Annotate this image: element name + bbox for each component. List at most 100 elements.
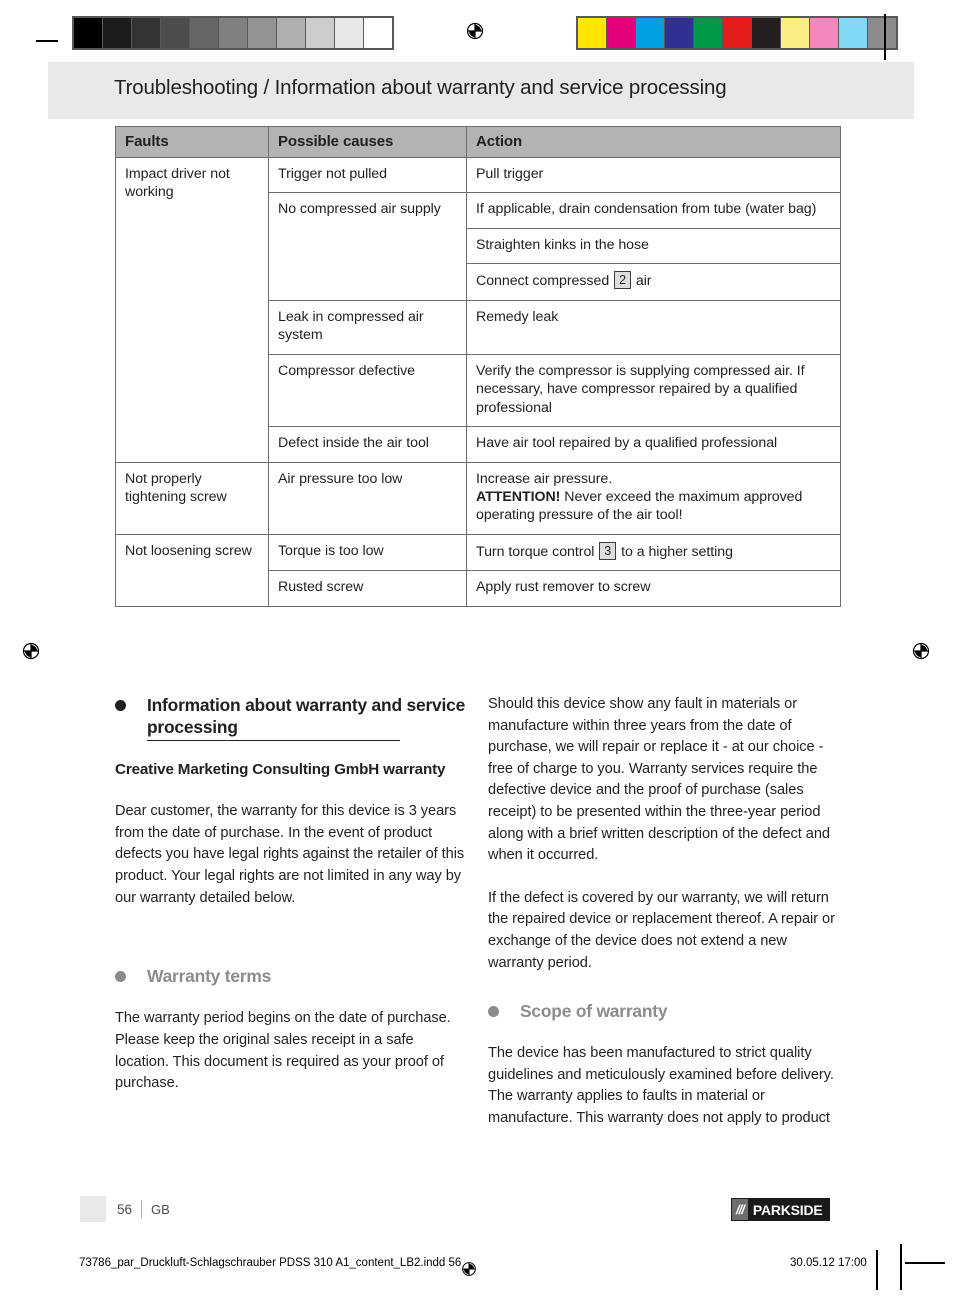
step-wedge-patch-7 [277, 18, 306, 48]
part-reference-box-3: 3 [599, 541, 617, 560]
table-cell-action: Apply rust remover to screw [466, 570, 841, 607]
action-line: Apply rust remover to screw [476, 579, 651, 596]
left-text-column: Information about warranty and service p… [115, 694, 467, 1095]
action-line: Pull trigger [476, 166, 544, 182]
color-control-bar [576, 16, 898, 50]
paragraph-scope-of-warranty: The device has been manufactured to stri… [488, 1045, 834, 1126]
color-bar-patch-8 [810, 18, 839, 48]
bullet-icon [488, 1006, 499, 1018]
action-line: Straighten kinks in the hose [476, 236, 649, 253]
step-wedge-patch-1 [103, 18, 132, 48]
section-heading-label: Scope of warranty [520, 1001, 668, 1022]
table-cell-fault: Impact driver not working [115, 157, 269, 463]
logo-slashes-icon: /// [732, 1199, 748, 1220]
color-bar-patch-5 [723, 18, 752, 48]
attention-label: ATTENTION! [476, 488, 561, 505]
section-heading-warranty-terms: Warranty terms [115, 965, 467, 987]
color-bar-patch-3 [665, 18, 694, 48]
imposition-date-time: 30.05.12 17:00 [790, 1257, 867, 1269]
crop-mark-bottom-right [900, 1244, 902, 1290]
section-heading-label: Information about warranty and service p… [147, 695, 466, 738]
table-cell-action: Pull trigger [466, 156, 841, 194]
table-cell-cause: No compressed air supply [268, 192, 467, 301]
table-cell-cause: Defect inside the air tool [268, 426, 467, 463]
page-footer: 56 GB /// PARKSIDE [0, 1196, 954, 1226]
crop-mark-bottom-inner [876, 1250, 878, 1290]
paragraph-warranty-terms: The warranty period begins on the date o… [115, 1010, 451, 1092]
page-number-block: 56 GB [80, 1196, 170, 1222]
table-cell-action: Turn torque control 3 to a higher settin… [466, 533, 841, 572]
step-wedge-patch-8 [306, 18, 335, 48]
table-cell-action: Verify the compressor is supplying compr… [466, 353, 841, 428]
color-bar-patch-9 [839, 18, 868, 48]
registration-target-icon-right [908, 638, 934, 664]
paragraph-fault-in-materials: Should this device show any fault in mat… [488, 696, 830, 864]
color-bar-patch-4 [694, 18, 723, 48]
action-line: Increase air pressure. [476, 470, 613, 487]
crop-mark-top-right [884, 14, 886, 60]
page-number: 56 [117, 1201, 133, 1217]
paragraph-dear-customer: Dear customer, the warranty for this dev… [115, 803, 465, 906]
step-wedge-patch-9 [335, 18, 364, 48]
heading-underline [147, 740, 400, 742]
table-cell-action: Increase air pressure. ATTENTION! Never e… [466, 461, 841, 535]
table-cell-cause: Air pressure too low [268, 461, 467, 535]
color-bar-patch-6 [752, 18, 781, 48]
table-row: Not properly tightening screw Air pressur… [115, 461, 841, 535]
subheading-cmc-warranty: Creative Marketing Consulting GmbH warra… [115, 761, 446, 779]
table-cell-cause: Trigger not pulled [268, 156, 467, 194]
page-header-band: Troubleshooting / Information about warr… [48, 62, 914, 119]
action-line: Turn torque control 3 to a higher settin… [476, 541, 733, 560]
footer-divider [141, 1200, 143, 1218]
table-cell-cause: Rusted screw [268, 570, 467, 607]
page-title: Troubleshooting / Information about warr… [114, 76, 727, 99]
section-heading-scope-of-warranty: Scope of warranty [488, 1000, 840, 1022]
parkside-logo: /// PARKSIDE [731, 1198, 830, 1221]
crop-mark-bottom-right-h [905, 1262, 945, 1264]
step-wedge-patch-6 [248, 18, 277, 48]
logo-wordmark: PARKSIDE [747, 1199, 829, 1220]
action-line: Have air tool repaired by a qualified pr… [476, 435, 778, 452]
language-code: GB [151, 1201, 170, 1217]
table-cell-action: Have air tool repaired by a qualified pr… [466, 426, 841, 463]
color-bar-patch-10 [868, 18, 896, 48]
bullet-icon [115, 971, 126, 983]
part-reference-box-2: 2 [614, 271, 631, 290]
color-bar-patch-7 [781, 18, 810, 48]
action-line: If applicable, drain condensation from t… [476, 201, 817, 218]
bullet-icon [115, 700, 126, 711]
action-line: ATTENTION! Never exceed the maximum appr… [476, 488, 803, 524]
step-wedge-patch-5 [219, 18, 248, 48]
table-body: Impact driver not working Trigger not pul… [115, 156, 841, 607]
table-cell-cause: Compressor defective [268, 353, 467, 428]
table-cell-cause: Torque is too low [268, 533, 467, 572]
registration-target-icon-left [18, 638, 44, 664]
action-line: Connect compressed 2 air [476, 271, 652, 290]
color-bar-patch-0 [578, 18, 607, 48]
table-header-row: Faults Possible causes Action [115, 126, 841, 158]
table-cell-cause: Leak in compressed air system [268, 299, 467, 355]
table-row: Impact driver not working Trigger not pul… [115, 156, 841, 463]
action-line: Remedy leak [476, 308, 559, 325]
table-cell-action: If applicable, drain condensation from t… [466, 192, 841, 229]
step-wedge-patch-0 [74, 18, 103, 48]
table-cell-fault: Not properly tightening screw [115, 461, 269, 535]
troubleshooting-table: Faults Possible causes Action Impact dri… [115, 126, 841, 607]
table-row: Not loosening screw Torque is too low Turn… [115, 533, 841, 607]
column-header-action: Action [466, 126, 841, 158]
registration-target-icon [462, 18, 488, 44]
registration-target-icon-footer [458, 1258, 480, 1280]
step-wedge-patch-10 [364, 18, 392, 48]
imposition-file-name: 73786_par_Druckluft-Schlagschrauber PDSS… [79, 1257, 462, 1269]
paragraph-defect-covered: If the defect is covered by our warranty… [488, 889, 835, 971]
table-cell-action: Connect compressed 2 air [466, 263, 841, 301]
table-cell-action: Remedy leak [466, 299, 841, 355]
section-heading-warranty-info: Information about warranty and service p… [115, 694, 467, 738]
column-header-possible-causes: Possible causes [268, 126, 467, 158]
color-bar-patch-2 [636, 18, 665, 48]
print-control-marks [0, 0, 954, 62]
action-line: Verify the compressor is supplying compr… [476, 362, 805, 416]
right-text-column: Should this device show any fault in mat… [488, 694, 840, 1130]
section-heading-label: Warranty terms [147, 966, 272, 987]
page-marker-square [80, 1196, 106, 1222]
